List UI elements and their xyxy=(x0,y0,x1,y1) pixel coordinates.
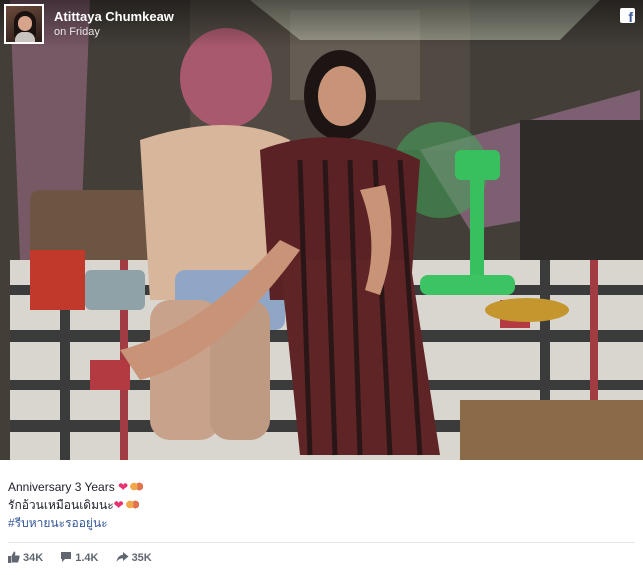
comments-stat[interactable]: 1.4K xyxy=(60,551,99,564)
post-header: Atittaya Chumkeaw on Friday f xyxy=(0,0,643,48)
thumbs-up-icon xyxy=(8,551,20,563)
shares-stat[interactable]: 35K xyxy=(116,551,152,564)
likes-count: 34K xyxy=(23,552,44,564)
comments-count: 1.4K xyxy=(75,552,99,564)
author-name[interactable]: Atittaya Chumkeaw xyxy=(54,9,174,24)
couple-emoji-icon xyxy=(130,481,144,492)
caption-line-1: Anniversary 3 Years xyxy=(8,480,115,494)
author-avatar[interactable] xyxy=(4,4,44,44)
facebook-post: Atittaya Chumkeaw on Friday f Anniversar… xyxy=(0,0,643,575)
caption-line-2: รักอ้วนเหมือนเดิมนะ xyxy=(8,498,114,512)
heart-icon: ❤ xyxy=(118,480,129,494)
comment-icon xyxy=(61,552,72,562)
couple-emoji-icon xyxy=(125,499,139,510)
likes-stat[interactable]: 34K xyxy=(8,551,43,564)
photo-illustration xyxy=(0,0,643,460)
facebook-icon: f xyxy=(620,8,635,24)
post-timestamp[interactable]: on Friday xyxy=(54,26,100,38)
share-arrow-icon xyxy=(116,552,129,562)
caption-hashtag[interactable]: #รีบหายนะรออยู่นะ xyxy=(8,516,108,530)
post-photo[interactable]: Atittaya Chumkeaw on Friday f xyxy=(0,0,643,460)
post-caption: Anniversary 3 Years ❤ รักอ้วนเหมือนเดิมน… xyxy=(8,478,144,532)
shares-count: 35K xyxy=(131,552,152,564)
heart-icon: ❤ xyxy=(113,498,124,512)
divider xyxy=(8,542,635,543)
engagement-stats: 34K 1.4K 35K xyxy=(8,551,166,564)
